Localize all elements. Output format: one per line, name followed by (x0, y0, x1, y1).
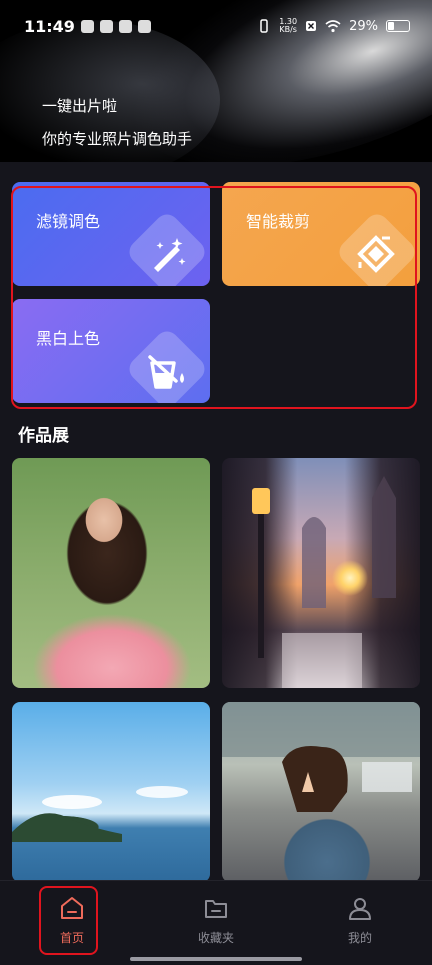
gallery-title: 作品展 (18, 426, 69, 446)
gallery-photo-portrait[interactable] (12, 458, 210, 688)
hero-headline: 一键出片啦 (42, 97, 118, 115)
network-speed: 1.30 KB/s (279, 18, 297, 34)
sim-icon (306, 21, 317, 31)
gallery-photo-street[interactable] (222, 458, 420, 688)
folder-icon (205, 900, 227, 918)
nav-favorites-label: 收藏夹 (197, 931, 234, 945)
gallery-photo-sea[interactable] (12, 702, 210, 882)
battery-percent: 29% (349, 18, 378, 34)
wifi-icon (325, 19, 341, 32)
nav-me-label: 我的 (347, 931, 372, 945)
girl-scene-icon (222, 702, 420, 812)
vibrate-icon (260, 19, 269, 33)
app-notification-icon-2 (137, 19, 151, 33)
gallery-photo-girl[interactable] (222, 702, 420, 882)
battery-icon (386, 20, 410, 32)
street-scene-icon (252, 476, 396, 688)
sea-scene-icon (12, 786, 188, 842)
status-time: 11:49 (24, 16, 75, 36)
cloud-icon (99, 19, 113, 33)
app-notification-icon (118, 19, 132, 33)
hero-subtitle: 你的专业照片调色助手 (42, 130, 193, 148)
nav-favorites[interactable]: 收藏夹 (176, 895, 256, 946)
highlight-box-home (39, 886, 98, 955)
user-icon (349, 898, 371, 920)
status-bar: 11:49 1.30 KB/s 29% (0, 0, 432, 52)
nav-me[interactable]: 我的 (320, 895, 400, 946)
network-speed-unit: KB/s (279, 25, 297, 34)
notification-icon (80, 19, 94, 33)
highlight-box-features (11, 186, 417, 409)
home-indicator[interactable] (130, 957, 302, 961)
